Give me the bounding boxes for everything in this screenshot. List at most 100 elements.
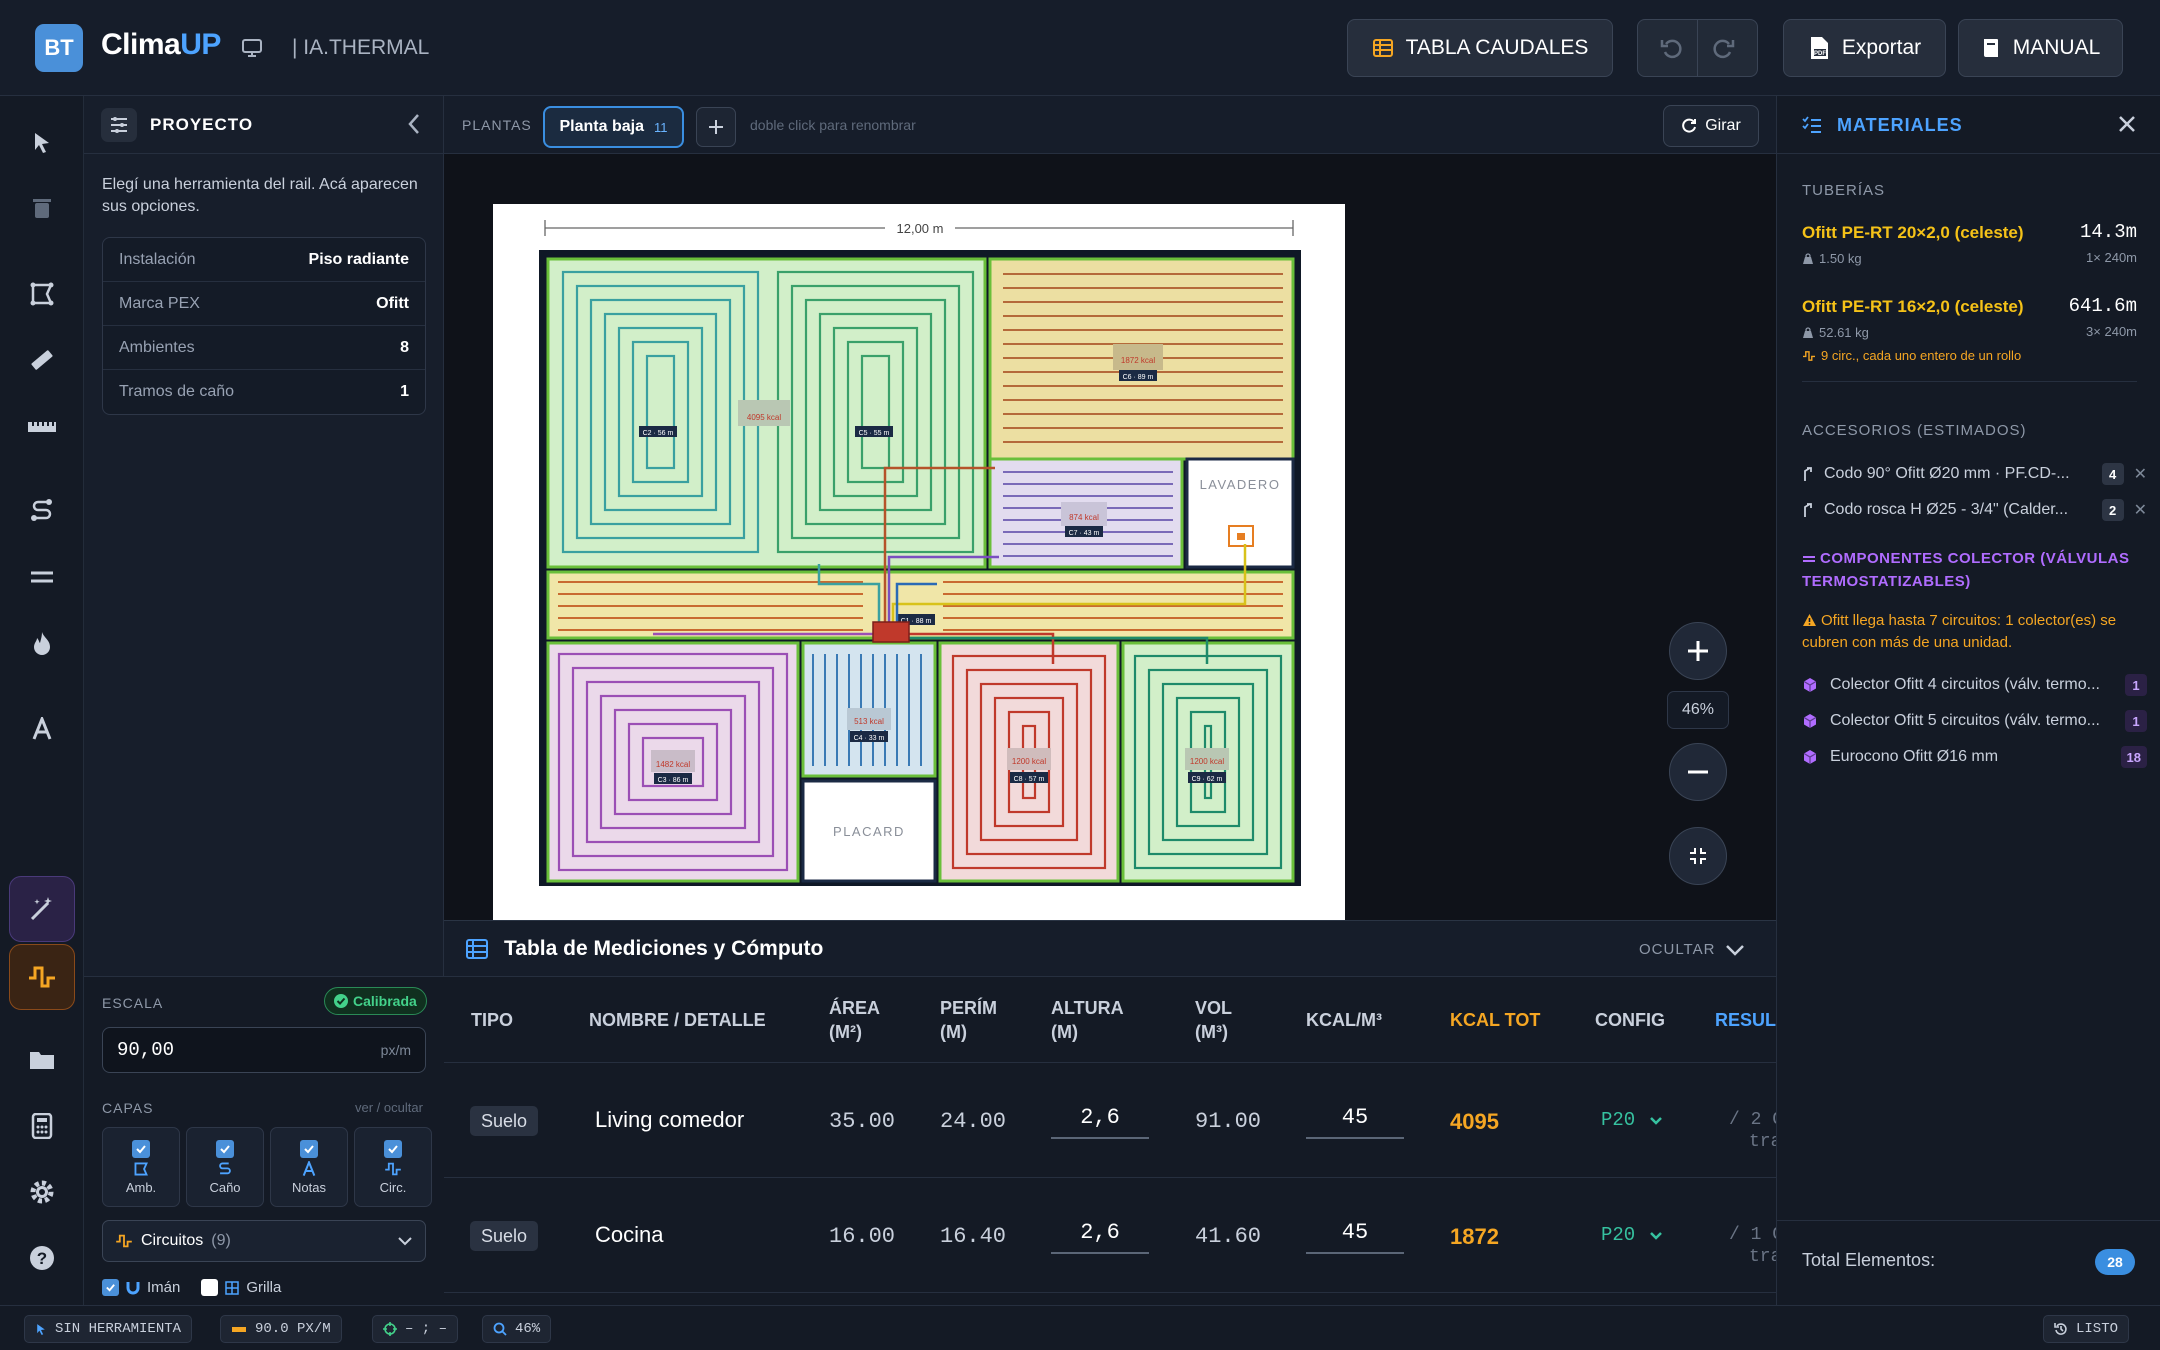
remove-icon[interactable]: ✕ — [2134, 464, 2147, 484]
iman-checkbox[interactable] — [102, 1279, 119, 1296]
tabla-caudales-button[interactable]: TABLA CAUDALES — [1347, 19, 1613, 77]
room-placard[interactable]: PLACARD — [801, 779, 937, 883]
row-config-select[interactable]: P20 — [1601, 1109, 1663, 1131]
chevron-down-icon — [1649, 1231, 1663, 1240]
close-icon[interactable] — [2117, 114, 2137, 134]
layer-toggle-ambientes[interactable]: Amb. — [102, 1127, 180, 1207]
project-info-card: Instalación Piso radiante Marca PEX Ofitt … — [102, 237, 426, 415]
accessory-qty: 4 — [2101, 463, 2124, 485]
zoom-out-button[interactable] — [1669, 743, 1727, 801]
layer-toggle-notas[interactable]: Notas — [270, 1127, 348, 1207]
status-scale: 90.0 PX/M — [220, 1315, 342, 1343]
undo-redo-divider — [1697, 19, 1698, 77]
room-lavadero[interactable]: LAVADERO — [1185, 457, 1295, 569]
redo-icon[interactable] — [1710, 35, 1736, 61]
planta-tab-active[interactable]: Planta baja 11 — [543, 106, 684, 148]
row-altura-input[interactable]: 2,6 — [1051, 1105, 1149, 1139]
row-nombre[interactable]: Cocina — [595, 1222, 663, 1248]
measure-icon — [231, 1324, 247, 1334]
rail-circuit-button[interactable] — [9, 944, 75, 1010]
fit-screen-button[interactable] — [1669, 827, 1727, 885]
room-living[interactable]: 4095 kcal C2 · 56 m C5 · 55 m — [546, 257, 987, 569]
circuit-tag: C9 · 62 m — [1192, 776, 1223, 783]
row-tipo-badge: Suelo — [470, 1221, 539, 1251]
search-icon — [493, 1322, 507, 1336]
export-button[interactable]: PDF Exportar — [1783, 19, 1946, 77]
text-icon[interactable] — [22, 709, 62, 749]
status-scale-text: 90.0 PX/M — [255, 1321, 331, 1337]
magnet-icon — [126, 1281, 140, 1295]
hide-table-button[interactable]: OCULTAR — [1639, 941, 1745, 958]
info-row: Ambientes 8 — [103, 326, 425, 370]
ruler-icon[interactable] — [22, 340, 62, 380]
pipe-rolls: 1× 240m — [2086, 250, 2137, 265]
circuits-select[interactable]: Circuitos (9) — [102, 1220, 426, 1262]
scale-input[interactable]: 90,00 px/m — [102, 1027, 426, 1073]
grilla-label: Grilla — [246, 1279, 282, 1296]
manual-button[interactable]: MANUAL — [1958, 19, 2123, 77]
room-dormitorio-3[interactable]: 1200 kcal C9 · 62 m — [1121, 641, 1295, 883]
select-icon[interactable] — [22, 123, 62, 163]
circuits-select-label: Circuitos — [141, 1232, 204, 1249]
layer-toggle-circuitos[interactable]: Circ. — [354, 1127, 432, 1207]
component-name: Eurocono Ofitt Ø16 mm — [1830, 748, 1999, 765]
layer-label: Notas — [292, 1179, 326, 1195]
kcal-tag: 874 kcal — [1069, 513, 1099, 522]
layer-toggle-cano[interactable]: Caño — [186, 1127, 264, 1207]
circuit-tag: C8 · 57 m — [1014, 776, 1045, 783]
project-hint: Elegí una herramienta del rail. Acá apar… — [102, 176, 418, 215]
col-header-vol: VOL (M³) — [1195, 996, 1232, 1044]
layers-toggle-link[interactable]: ver / ocultar — [355, 1100, 423, 1115]
girar-button[interactable]: Girar — [1663, 105, 1759, 147]
double-line-icon[interactable] — [22, 557, 62, 597]
info-key: Instalación — [119, 250, 196, 268]
remove-icon[interactable]: ✕ — [2134, 500, 2147, 520]
room-icon[interactable] — [22, 274, 62, 314]
rail-magic-button[interactable] — [9, 876, 75, 942]
row-altura-input[interactable]: 2,6 — [1051, 1220, 1149, 1254]
hide-table-label: OCULTAR — [1639, 941, 1716, 958]
row-kcalm3-input[interactable]: 45 — [1306, 1105, 1404, 1139]
snap-options: Imán Grilla — [102, 1279, 281, 1296]
undo-icon[interactable] — [1659, 35, 1685, 61]
row-config-select[interactable]: P20 — [1601, 1224, 1663, 1246]
info-value: 1 — [400, 383, 409, 400]
calculator-icon[interactable] — [22, 1106, 62, 1146]
folder-icon[interactable] — [22, 1040, 62, 1080]
accessory-item: Codo 90° Ofitt Ø20 mm · PF.CD-... 4 ✕ — [1802, 459, 2147, 489]
room-bano[interactable]: 874 kcal C7 · 43 m — [988, 457, 1184, 569]
chevron-left-icon[interactable] — [406, 112, 422, 136]
row-resul-line2: tra: — [1749, 1132, 1776, 1152]
plan-canvas[interactable]: 12,00 m 4095 kcal C2 · 56 m C5 · 55 m 18… — [444, 154, 1776, 920]
manifold[interactable] — [872, 621, 910, 643]
row-kcalm3-input[interactable]: 45 — [1306, 1220, 1404, 1254]
room-dormitorio-2[interactable]: 1200 kcal C8 · 57 m — [938, 641, 1120, 883]
gear-icon[interactable] — [22, 1172, 62, 1212]
row-area: 35.00 — [829, 1109, 896, 1134]
row-vol: 41.60 — [1195, 1224, 1262, 1249]
room-bano-2[interactable]: 513 kcal C4 · 33 m — [801, 641, 937, 778]
add-planta-button[interactable] — [696, 107, 736, 147]
double-line-icon — [1802, 554, 1816, 564]
table-row: Suelo Cocina 16.00 16.40 2,6 41.60 45 18… — [444, 1178, 1776, 1293]
circuit-tag: C3 · 86 m — [658, 777, 689, 784]
row-nombre[interactable]: Living comedor — [595, 1107, 744, 1133]
trash-icon[interactable] — [22, 188, 62, 228]
flame-icon[interactable] — [22, 623, 62, 663]
pipe-route-icon[interactable] — [22, 491, 62, 531]
measure-icon[interactable] — [22, 406, 62, 446]
col-header-area-line1: ÁREA — [829, 998, 881, 1018]
pipe-length: 14.3m — [2079, 221, 2137, 243]
magic-wand-icon — [28, 895, 56, 923]
grilla-checkbox[interactable] — [201, 1279, 219, 1296]
col-header-kcalm3: KCAL/M³ — [1306, 1010, 1382, 1030]
col-header-perim-line1: PERÍM — [940, 998, 998, 1018]
zoom-in-button[interactable] — [1669, 622, 1727, 680]
col-header-resul: RESUL — [1715, 1010, 1776, 1030]
accessory-item: Codo rosca H Ø25 - 3/4" (Calder... 2 ✕ — [1802, 495, 2147, 525]
room-dormitorio-1[interactable]: 1482 kcal C3 · 86 m — [546, 641, 800, 883]
monitor-icon[interactable] — [240, 36, 264, 60]
table-title: Tabla de Mediciones y Cómputo — [504, 937, 824, 960]
room-cocina[interactable]: 1872 kcal C6 · 89 m — [988, 257, 1295, 461]
help-icon[interactable]: ? — [22, 1238, 62, 1278]
